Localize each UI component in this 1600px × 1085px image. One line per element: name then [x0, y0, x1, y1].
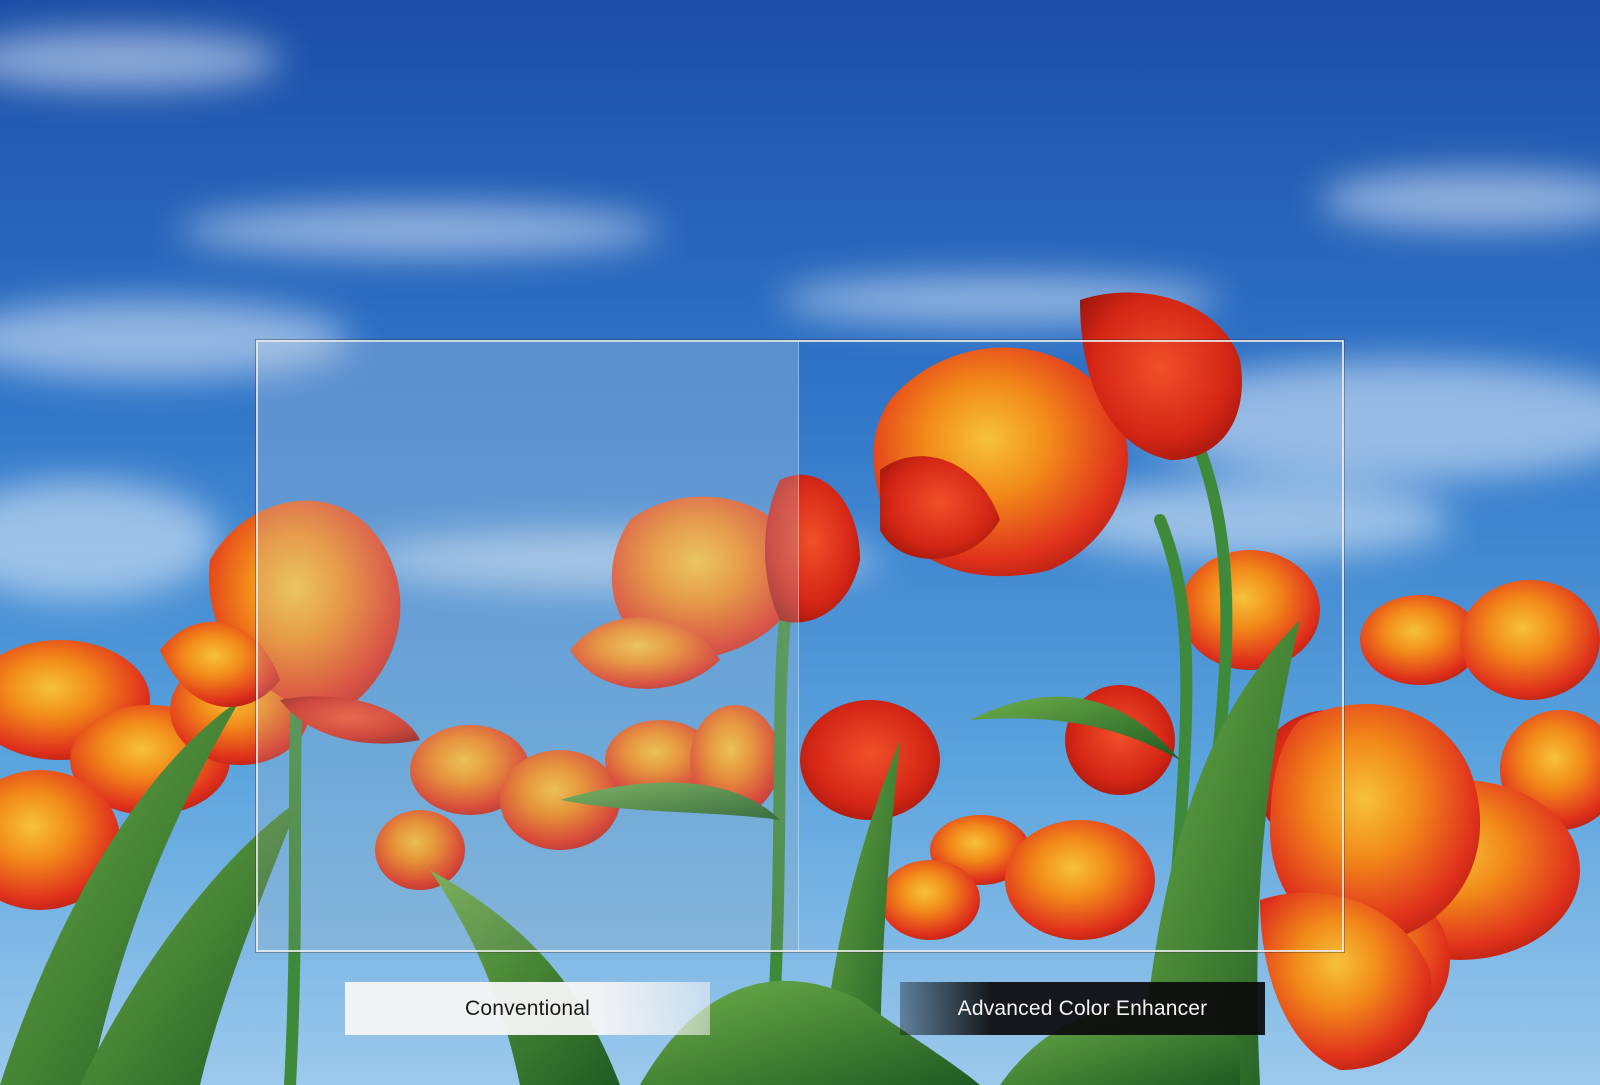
conventional-label: Conventional	[345, 982, 710, 1035]
advanced-color-enhancer-label: Advanced Color Enhancer	[900, 982, 1265, 1035]
conventional-label-text: Conventional	[465, 996, 590, 1020]
advanced-color-enhancer-label-text: Advanced Color Enhancer	[957, 996, 1208, 1020]
comparison-scene: Conventional Advanced Color Enhancer	[0, 0, 1600, 1085]
tv-screen-frame	[256, 340, 1344, 952]
